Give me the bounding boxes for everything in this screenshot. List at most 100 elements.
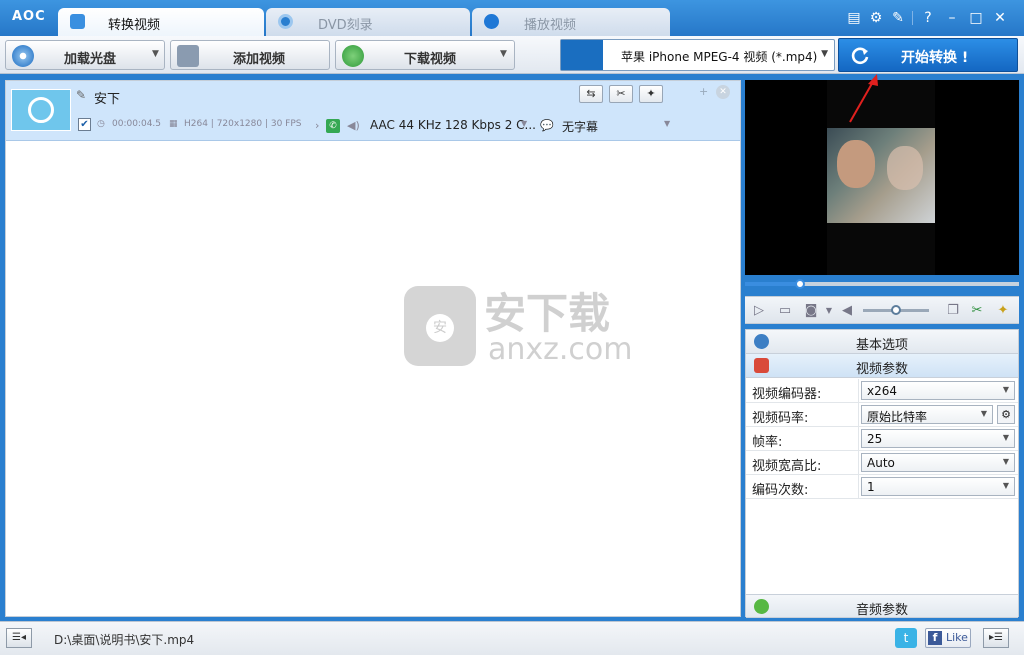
- video-thumbnail: [11, 89, 71, 131]
- file-name[interactable]: 安下: [94, 88, 120, 107]
- tab-convert-video[interactable]: 转换视频: [58, 8, 264, 36]
- facebook-icon: f: [928, 631, 942, 645]
- chevron-down-icon[interactable]: ▼: [664, 119, 670, 128]
- list-toggle-button[interactable]: ☰◂: [6, 628, 32, 648]
- scissors-icon[interactable]: ✂: [969, 303, 985, 319]
- seek-fill: [745, 282, 800, 286]
- close-icon[interactable]: ✕: [991, 9, 1009, 27]
- audio-params-header[interactable]: 音频参数: [746, 594, 1018, 618]
- passes-select[interactable]: 1 ▼: [861, 477, 1015, 496]
- subtitle-value[interactable]: 无字幕: [562, 118, 598, 135]
- globe-icon: [342, 45, 364, 67]
- like-label: Like: [946, 631, 968, 644]
- start-convert-label: 开始转换 !: [901, 50, 969, 66]
- file-list: ✎ 安下 ⇆ ✂ ✦ + ✕ ✔ ◷ 00:00:04.5 ▦ H264 | 7…: [5, 80, 741, 617]
- stop-icon[interactable]: ▭: [777, 303, 793, 319]
- rotate-button[interactable]: ⇆: [579, 85, 603, 103]
- pencil-icon[interactable]: ✎: [76, 88, 86, 102]
- chevron-down-icon: ▼: [1002, 385, 1009, 394]
- dvd-icon: [278, 14, 293, 29]
- audio-info[interactable]: AAC 44 KHz 128 Kbps 2 C...: [370, 118, 536, 132]
- param-key: 视频宽高比:: [752, 459, 822, 474]
- output-profile-select[interactable]: 苹果 iPhone MPEG-4 视频 (*.mp4) ▼: [560, 39, 835, 71]
- chevron-right-icon: ›: [315, 119, 320, 132]
- title-bar: AOC 转换视频 DVD刻录 播放视频 ▤ ⚙ ✎ ? – □ ✕: [0, 0, 1024, 36]
- facebook-like-button[interactable]: f Like: [925, 628, 971, 648]
- param-key: 帧率:: [752, 435, 783, 450]
- audio-track-icon: ✆: [326, 119, 340, 133]
- watermark-sub: anxz.com: [488, 332, 633, 367]
- speaker-icon[interactable]: ◀: [839, 303, 855, 319]
- play-icon: [484, 14, 499, 29]
- encoder-select[interactable]: x264 ▼: [861, 381, 1015, 400]
- expand-icon[interactable]: +: [699, 85, 708, 98]
- chevron-down-icon[interactable]: ▼: [521, 119, 527, 128]
- load-disc-button[interactable]: 加载光盘 ▼: [5, 40, 165, 70]
- param-row-encoder: 视频编码器: x264 ▼: [746, 379, 1018, 403]
- tab-convert-label: 转换视频: [108, 18, 161, 33]
- twitter-icon[interactable]: t: [895, 628, 917, 648]
- param-row-bitrate: 视频码率: 原始比特率 ▼ ⚙: [746, 403, 1018, 427]
- chevron-down-icon[interactable]: ▼: [821, 49, 828, 59]
- play-icon[interactable]: ▷: [751, 303, 767, 319]
- settings-panel: 基本选项 视频参数 视频编码器: x264 ▼ 视频码率: 原始比特率 ▼ ⚙ …: [745, 329, 1019, 618]
- param-value: 25: [867, 432, 883, 446]
- help-icon[interactable]: ?: [919, 9, 937, 27]
- gear-icon[interactable]: ⚙: [867, 9, 885, 27]
- magic-wand-icon[interactable]: ✦: [995, 303, 1011, 319]
- aspect-select[interactable]: Auto ▼: [861, 453, 1015, 472]
- status-bar: ☰◂ D:\桌面\说明书\安下.mp4 t f Like ▸☰: [0, 621, 1024, 655]
- file-path: D:\桌面\说明书\安下.mp4: [54, 633, 195, 647]
- gear-icon[interactable]: ⚙: [997, 405, 1015, 424]
- watermark: 安 安下载 anxz.com: [404, 286, 634, 376]
- param-row-aspect: 视频宽高比: Auto ▼: [746, 451, 1018, 475]
- person-figure: [887, 146, 923, 190]
- maximize-icon[interactable]: □: [967, 9, 985, 27]
- title-divider: [912, 11, 913, 25]
- register-icon[interactable]: ▤: [845, 9, 863, 27]
- chevron-down-icon[interactable]: ▼: [152, 49, 159, 59]
- video-params-label: 视频参数: [856, 362, 909, 377]
- file-checkbox[interactable]: ✔: [78, 118, 91, 131]
- param-value: x264: [867, 384, 898, 398]
- chevron-down-icon: ▼: [1002, 457, 1009, 466]
- copy-icon[interactable]: ❐: [945, 303, 961, 319]
- video-params-header[interactable]: 视频参数: [746, 354, 1018, 378]
- add-video-button[interactable]: 添加视频: [170, 40, 330, 70]
- download-video-button[interactable]: 下载视频 ▼: [335, 40, 515, 70]
- framerate-select[interactable]: 25 ▼: [861, 429, 1015, 448]
- wrench-icon[interactable]: ✎: [889, 9, 907, 27]
- bitrate-select[interactable]: 原始比特率 ▼: [861, 405, 993, 424]
- param-key: 视频编码器:: [752, 387, 822, 402]
- param-value: 1: [867, 480, 875, 494]
- seek-bar[interactable]: [745, 279, 1019, 289]
- tab-dvd-label: DVD刻录: [318, 18, 373, 33]
- effects-button[interactable]: ✦: [639, 85, 663, 103]
- param-row-framerate: 帧率: 25 ▼: [746, 427, 1018, 451]
- video-preview: [745, 80, 1019, 275]
- basic-options-header[interactable]: 基本选项: [746, 330, 1018, 354]
- volume-handle[interactable]: [891, 305, 901, 315]
- person-figure: [837, 140, 875, 188]
- panel-toggle-button[interactable]: ▸☰: [983, 628, 1009, 648]
- chevron-down-icon[interactable]: ▼: [500, 49, 507, 59]
- tab-play-label: 播放视频: [524, 18, 577, 33]
- file-row[interactable]: ✎ 安下 ⇆ ✂ ✦ + ✕ ✔ ◷ 00:00:04.5 ▦ H264 | 7…: [6, 81, 740, 141]
- remove-icon[interactable]: ✕: [716, 85, 730, 99]
- film-icon: [177, 45, 199, 67]
- start-convert-button[interactable]: 开始转换 !: [838, 38, 1018, 72]
- profile-icon: [561, 40, 603, 70]
- tab-play-video[interactable]: 播放视频: [472, 8, 670, 36]
- camera-icon[interactable]: ◙: [803, 303, 819, 319]
- app-logo: AOC: [12, 9, 46, 24]
- chevron-down-icon[interactable]: ▼: [821, 303, 837, 319]
- speaker-icon: ◀): [347, 119, 360, 132]
- cut-button[interactable]: ✂: [609, 85, 633, 103]
- refresh-icon: [851, 47, 869, 65]
- seek-handle[interactable]: [794, 279, 805, 289]
- minimize-icon[interactable]: –: [943, 9, 961, 27]
- subtitle-icon: 💬: [540, 119, 554, 132]
- add-video-label: 添加视频: [233, 52, 286, 67]
- param-row-passes: 编码次数: 1 ▼: [746, 475, 1018, 499]
- tab-dvd-burn[interactable]: DVD刻录: [266, 8, 470, 36]
